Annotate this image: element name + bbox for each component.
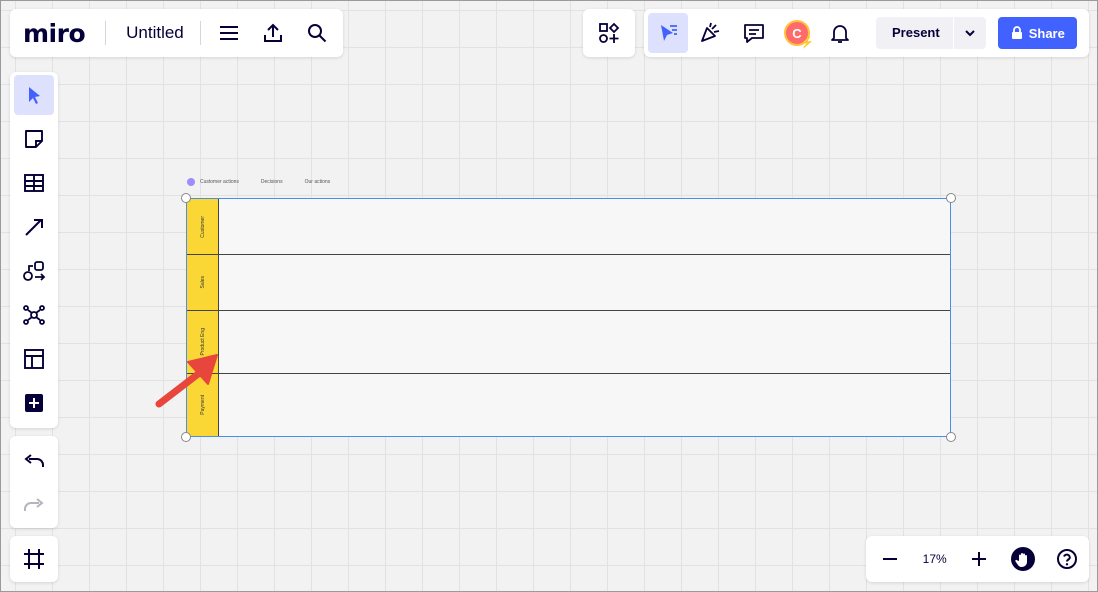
arrow-icon: [25, 219, 43, 236]
frame-icon: [24, 549, 44, 569]
templates-icon: [24, 349, 44, 369]
creation-toolbar: [10, 72, 58, 428]
share-label: Share: [1028, 25, 1065, 41]
present-button[interactable]: Present: [876, 17, 954, 49]
swimlane-row[interactable]: Product Eng: [187, 311, 950, 374]
table-icon: [24, 174, 44, 192]
templates-tool[interactable]: [14, 339, 54, 379]
shapes-icon: [23, 261, 46, 281]
hamburger-icon: [219, 26, 238, 40]
resize-handle[interactable]: [946, 193, 956, 203]
follow-cursor-button[interactable]: [648, 13, 688, 53]
table-tool[interactable]: [14, 163, 54, 203]
annotation-arrow: [155, 354, 218, 408]
comment-icon: [744, 24, 764, 43]
lightning-icon: ⚡: [800, 37, 814, 49]
swimlane-row[interactable]: Payment: [187, 374, 950, 436]
collaboration-panel: C ⚡ Present Share: [644, 9, 1089, 57]
navigation-mode-button[interactable]: [1001, 537, 1045, 581]
frames-panel: [10, 536, 58, 582]
apps-panel: [583, 9, 635, 57]
swimlane-row[interactable]: Customer: [187, 199, 950, 255]
undo-icon: [24, 454, 44, 467]
apps-icon: [599, 22, 620, 43]
zoom-level[interactable]: 17%: [912, 552, 958, 566]
present-options-button[interactable]: [954, 29, 986, 37]
comments-button[interactable]: [732, 11, 776, 55]
connection-line-tool[interactable]: [14, 207, 54, 247]
divider: [199, 21, 201, 45]
swimlane-label[interactable]: Sales: [187, 255, 219, 310]
swimlane-label-text: Customer: [199, 215, 206, 238]
user-avatar[interactable]: C ⚡: [784, 20, 814, 49]
resize-handle[interactable]: [181, 432, 191, 442]
swimlane-label[interactable]: Customer: [187, 199, 219, 254]
help-icon: [1057, 549, 1078, 569]
legend-item[interactable]: Our actions: [305, 179, 331, 185]
sticky-note-tool[interactable]: [14, 119, 54, 159]
plus-icon: [25, 394, 43, 412]
search-button[interactable]: [295, 11, 339, 55]
apps-button[interactable]: [587, 11, 631, 55]
hand-icon: [1011, 547, 1036, 571]
present-control: Present: [876, 17, 986, 49]
redo-icon: [24, 498, 44, 511]
zoom-out-button[interactable]: [868, 537, 912, 581]
swimlane-row[interactable]: Sales: [187, 255, 950, 311]
board-title[interactable]: Untitled: [106, 23, 200, 43]
legend-item[interactable]: Customer actions: [200, 179, 239, 185]
resize-handle[interactable]: [946, 432, 956, 442]
upload-icon: [263, 23, 282, 42]
chevron-down-icon: [964, 30, 975, 37]
swimlane-label-text: Sales: [199, 276, 206, 289]
resize-handle[interactable]: [181, 193, 191, 203]
notifications-button[interactable]: [818, 11, 862, 55]
search-icon: [307, 24, 326, 43]
sticky-note-icon: [25, 130, 43, 148]
zoom-in-button[interactable]: [958, 537, 1002, 581]
party-popper-icon: [701, 22, 720, 42]
cursor-filter-icon: [661, 25, 677, 41]
legend-item[interactable]: Decisions: [261, 179, 283, 185]
legend-dot: [187, 178, 195, 186]
board-header-panel: miro Untitled: [10, 9, 343, 57]
frames-button[interactable]: [12, 537, 56, 581]
export-button[interactable]: [251, 11, 295, 55]
lock-icon: [1011, 26, 1022, 39]
plus-icon: [972, 552, 987, 566]
redo-button[interactable]: [12, 484, 56, 528]
legend: Customer actions Decisions Our actions: [187, 178, 352, 186]
swimlane-table[interactable]: Customer Sales Product Eng Payment: [186, 198, 951, 437]
mind-map-icon: [23, 305, 45, 325]
reactions-button[interactable]: [688, 11, 732, 55]
zoom-panel: 17%: [866, 536, 1089, 582]
history-panel: [10, 436, 58, 528]
share-button[interactable]: Share: [997, 17, 1077, 49]
miro-logo[interactable]: miro: [23, 19, 86, 48]
help-button[interactable]: [1045, 537, 1089, 581]
main-menu-button[interactable]: [207, 11, 251, 55]
more-tools-button[interactable]: [14, 383, 54, 423]
undo-button[interactable]: [12, 440, 56, 484]
cursor-icon: [29, 87, 40, 104]
select-tool[interactable]: [14, 75, 54, 115]
minus-icon: [882, 558, 897, 560]
bell-icon: [831, 25, 849, 43]
mind-map-tool[interactable]: [14, 295, 54, 335]
shapes-tool[interactable]: [14, 251, 54, 291]
